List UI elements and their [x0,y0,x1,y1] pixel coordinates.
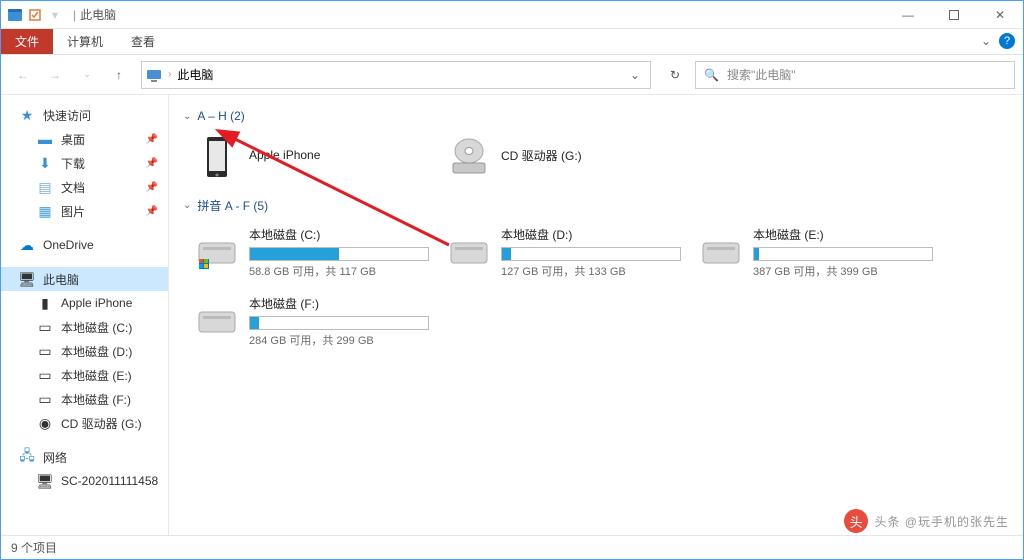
drive-item[interactable]: 本地磁盘 (F:)284 GB 可用，共 299 GB [191,291,431,352]
drive-icon: ▭ [37,319,53,335]
qat-divider-icon: ▾ [47,7,63,23]
sidebar-item-drive-f[interactable]: ▭本地磁盘 (F:) [1,387,168,411]
network-icon: 🖧 [19,449,35,465]
navbar: ← → ⌄ ↑ › 此电脑 ⌄ ↻ 🔍 搜索"此电脑" [1,55,1023,95]
nav-up-button[interactable]: ↑ [105,61,133,89]
nav-back-button[interactable]: ← [9,61,37,89]
address-text: 此电脑 [177,66,213,83]
search-icon: 🔍 [704,68,719,82]
sidebar-item-downloads[interactable]: ⬇下载📌 [1,151,168,175]
pin-icon: 📌 [146,182,158,193]
capacity-bar [753,247,933,261]
nav-recent-chevron-icon[interactable]: ⌄ [73,61,101,89]
chevron-down-icon: ⌄ [183,111,191,122]
qat-properties-icon[interactable] [27,7,43,23]
capacity-bar [501,247,681,261]
app-icon [7,7,23,23]
sidebar-item-pictures[interactable]: ▦图片📌 [1,199,168,223]
pin-icon: 📌 [146,134,158,145]
sidebar-item-desktop[interactable]: ▬桌面📌 [1,127,168,151]
main-content: ⌄ A – H (2) Apple iPhone CD 驱动器 (G:) ⌄ 拼… [169,95,1023,535]
sidebar-network-pc[interactable]: 🖥SC-202011111458 [1,469,168,493]
drive-icon: ▭ [37,367,53,383]
address-dropdown-icon[interactable]: ⌄ [630,68,640,82]
pin-icon: 📌 [146,158,158,169]
statusbar: 9 个项目 [1,535,1023,559]
device-apple-iphone[interactable]: Apple iPhone [191,131,431,183]
tab-view[interactable]: 查看 [117,29,169,54]
drive-icon [447,231,491,275]
address-bar[interactable]: › 此电脑 ⌄ [141,61,651,89]
ribbon-chevron-icon[interactable]: ⌄ [981,34,991,48]
pc-icon: 🖥 [19,271,35,287]
tab-computer[interactable]: 计算机 [53,29,117,54]
capacity-bar [249,316,429,330]
ribbon-tabs: 文件 计算机 查看 ⌄ ? [1,29,1023,55]
drive-icon [699,231,743,275]
drive-item[interactable]: 本地磁盘 (E:)387 GB 可用，共 399 GB [695,222,935,283]
sidebar-quick-access[interactable]: ★ 快速访问 [1,103,168,127]
drive-icon: ▭ [37,391,53,407]
group-header-devices[interactable]: ⌄ A – H (2) [183,109,1009,123]
chevron-down-icon: ⌄ [183,200,191,211]
sidebar-item-drive-e[interactable]: ▭本地磁盘 (E:) [1,363,168,387]
close-button[interactable]: ✕ [977,1,1023,29]
tab-file[interactable]: 文件 [1,29,53,54]
download-icon: ⬇ [37,155,53,171]
group-header-drives[interactable]: ⌄ 拼音 A - F (5) [183,197,1009,214]
drive-icon [195,300,239,344]
title-separator: | [73,8,76,22]
pictures-icon: ▦ [37,203,53,219]
window-title: 此电脑 [80,6,116,23]
drive-item[interactable]: 本地磁盘 (C:)58.8 GB 可用，共 117 GB [191,222,431,283]
sidebar-this-pc[interactable]: 🖥此电脑 [1,267,168,291]
phone-icon: ▮ [37,295,53,311]
sidebar: ★ 快速访问 ▬桌面📌 ⬇下载📌 ▤文档📌 ▦图片📌 ☁OneDrive 🖥此电… [1,95,169,535]
drive-icon: ▭ [37,343,53,359]
desktop-icon: ▬ [37,131,53,147]
qat: ▾ [1,7,69,23]
sidebar-item-drive-d[interactable]: ▭本地磁盘 (D:) [1,339,168,363]
pc-icon: 🖥 [37,473,53,489]
cd-drive-icon [447,135,491,179]
documents-icon: ▤ [37,179,53,195]
help-icon[interactable]: ? [999,33,1015,49]
cd-icon: ◉ [37,415,53,431]
pc-icon [146,67,162,83]
titlebar: ▾ | 此电脑 — ✕ [1,1,1023,29]
maximize-button[interactable] [931,1,977,29]
cloud-icon: ☁ [19,237,35,253]
sidebar-item-cd-drive[interactable]: ◉CD 驱动器 (G:) [1,411,168,435]
sidebar-onedrive[interactable]: ☁OneDrive [1,233,168,257]
phone-device-icon [195,135,239,179]
sidebar-item-documents[interactable]: ▤文档📌 [1,175,168,199]
item-count: 9 个项目 [11,539,57,556]
capacity-bar [249,247,429,261]
refresh-button[interactable]: ↻ [659,61,691,89]
minimize-button[interactable]: — [885,1,931,29]
device-cd-drive[interactable]: CD 驱动器 (G:) [443,131,683,183]
pin-icon: 📌 [146,206,158,217]
search-input[interactable]: 🔍 搜索"此电脑" [695,61,1015,89]
search-placeholder: 搜索"此电脑" [727,66,796,83]
drive-item[interactable]: 本地磁盘 (D:)127 GB 可用，共 133 GB [443,222,683,283]
drive-icon [195,231,239,275]
nav-forward-button[interactable]: → [41,61,69,89]
sidebar-network[interactable]: 🖧网络 [1,445,168,469]
chevron-right-icon: › [168,69,171,80]
sidebar-item-drive-c[interactable]: ▭本地磁盘 (C:) [1,315,168,339]
star-icon: ★ [19,107,35,123]
sidebar-item-iphone[interactable]: ▮Apple iPhone [1,291,168,315]
